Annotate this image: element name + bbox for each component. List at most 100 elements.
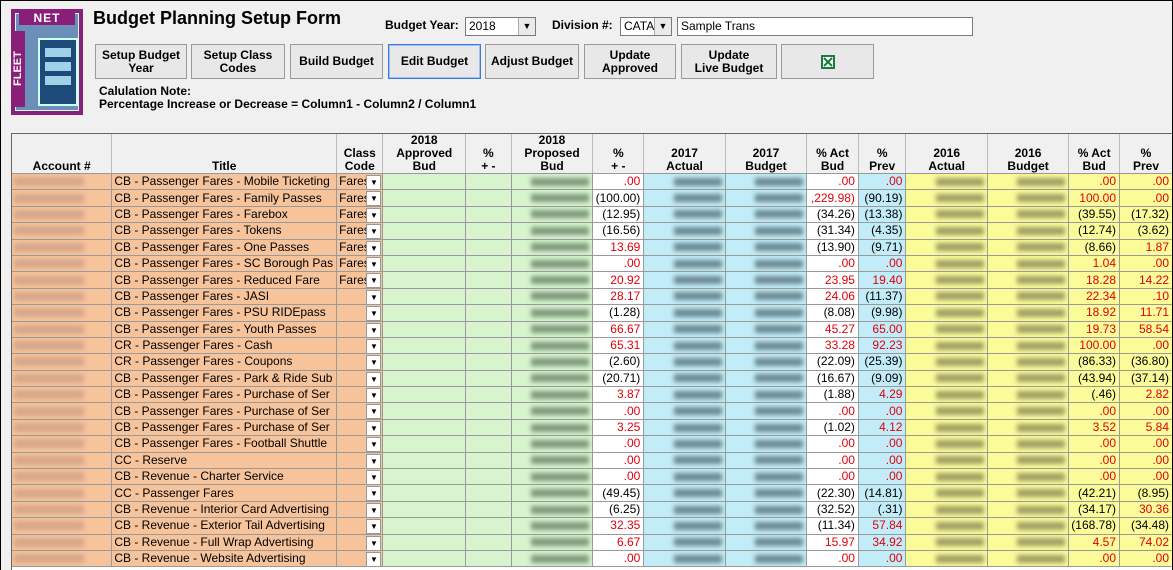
approved-bud-cell[interactable] bbox=[382, 484, 467, 502]
title-cell[interactable]: CB - Passenger Fares - Youth Passes bbox=[111, 321, 338, 338]
proposed-bud-cell[interactable] bbox=[511, 288, 594, 306]
table-row[interactable]: CC - Passenger Fares ▼ (49.45) (22.30) (14.8… bbox=[12, 484, 1172, 502]
division-select[interactable]: CATA ▼ bbox=[620, 17, 672, 36]
title-cell[interactable]: CB - Passenger Fares - Purchase of Ser bbox=[111, 419, 338, 437]
title-cell[interactable]: CB - Passenger Fares - Family Passes bbox=[111, 189, 338, 207]
table-row[interactable]: CB - Revenue - Charter Service ▼ .00 .00 .00… bbox=[12, 468, 1172, 486]
table-row[interactable]: CB - Passenger Fares - Youth Passes ▼ 66.6… bbox=[12, 321, 1172, 338]
proposed-bud-cell[interactable] bbox=[511, 304, 594, 322]
class-code-select[interactable]: ▼ bbox=[336, 550, 384, 568]
proposed-bud-cell[interactable] bbox=[511, 402, 594, 420]
division-name-field[interactable]: Sample Trans bbox=[677, 17, 973, 36]
col-header-account[interactable]: Account # bbox=[12, 134, 113, 174]
budget-year-select[interactable]: 2018 ▼ bbox=[465, 17, 536, 36]
chevron-down-icon[interactable]: ▼ bbox=[366, 519, 382, 534]
chevron-down-icon[interactable]: ▼ bbox=[366, 502, 382, 517]
account-cell[interactable] bbox=[12, 550, 113, 568]
update-live-budget-button[interactable]: Update Live Budget bbox=[681, 44, 777, 79]
col-header-class-code[interactable]: Class Code bbox=[336, 134, 384, 174]
account-cell[interactable] bbox=[12, 337, 113, 355]
approved-bud-cell[interactable] bbox=[382, 501, 467, 519]
table-row[interactable]: CB - Passenger Fares - Purchase of Ser ▼.… bbox=[12, 402, 1172, 420]
approved-bud-cell[interactable] bbox=[382, 321, 467, 338]
proposed-bud-cell[interactable] bbox=[511, 353, 594, 371]
approved-bud-cell[interactable] bbox=[382, 550, 467, 568]
proposed-bud-cell[interactable] bbox=[511, 468, 594, 486]
class-code-select[interactable]: ▼ bbox=[336, 517, 384, 535]
class-code-select[interactable]: ▼ bbox=[336, 534, 384, 551]
approved-bud-cell[interactable] bbox=[382, 517, 467, 535]
title-cell[interactable]: CB - Passenger Fares - Mobile Ticketing bbox=[111, 173, 338, 191]
class-code-select[interactable]: ▼ bbox=[336, 321, 384, 338]
table-row[interactable]: CB - Passenger Fares - JASI ▼ 28.17 24.06 (1… bbox=[12, 288, 1172, 306]
proposed-bud-cell[interactable] bbox=[511, 255, 594, 273]
chevron-down-icon[interactable]: ▼ bbox=[366, 256, 382, 271]
account-cell[interactable] bbox=[12, 435, 113, 453]
approved-bud-cell[interactable] bbox=[382, 173, 467, 191]
table-row[interactable]: CC - Reserve ▼ .00 .00 .00 .00 .00 bbox=[12, 452, 1172, 470]
title-cell[interactable]: CB - Passenger Fares - Park & Ride Sub bbox=[111, 370, 338, 388]
class-code-select[interactable]: ▼ bbox=[336, 370, 384, 388]
approved-bud-cell[interactable] bbox=[382, 239, 467, 256]
account-cell[interactable] bbox=[12, 402, 113, 420]
title-cell[interactable]: CB - Revenue - Full Wrap Advertising bbox=[111, 534, 338, 551]
chevron-down-icon[interactable]: ▼ bbox=[366, 470, 382, 484]
edit-budget-button[interactable]: Edit Budget bbox=[388, 44, 481, 79]
chevron-down-icon[interactable]: ▼ bbox=[366, 191, 382, 206]
table-row[interactable]: CB - Revenue - Interior Card Advertising… bbox=[12, 501, 1172, 519]
class-code-select[interactable]: ▼ bbox=[336, 501, 384, 519]
title-cell[interactable]: CB - Revenue - Exterior Tail Advertising bbox=[111, 517, 338, 535]
account-cell[interactable] bbox=[12, 304, 113, 322]
proposed-bud-cell[interactable] bbox=[511, 239, 594, 256]
title-cell[interactable]: CB - Revenue - Website Advertising bbox=[111, 550, 338, 568]
chevron-down-icon[interactable]: ▼ bbox=[518, 18, 535, 35]
class-code-select[interactable]: Fares ▼ bbox=[336, 239, 384, 256]
class-code-select[interactable]: ▼ bbox=[336, 452, 384, 470]
chevron-down-icon[interactable]: ▼ bbox=[366, 240, 382, 255]
approved-bud-cell[interactable] bbox=[382, 452, 467, 470]
proposed-bud-cell[interactable] bbox=[511, 534, 594, 551]
col-header-actual-2016[interactable]: 2016 Actual bbox=[905, 134, 988, 174]
approved-bud-cell[interactable] bbox=[382, 189, 467, 207]
update-approved-button[interactable]: Update Approved bbox=[584, 44, 676, 79]
build-budget-button[interactable]: Build Budget bbox=[290, 44, 383, 79]
proposed-bud-cell[interactable] bbox=[511, 271, 594, 289]
chevron-down-icon[interactable]: ▼ bbox=[366, 289, 382, 304]
title-cell[interactable]: CB - Passenger Fares - Farebox bbox=[111, 206, 338, 224]
title-cell[interactable]: CB - Passenger Fares - Purchase of Ser bbox=[111, 386, 338, 404]
chevron-down-icon[interactable]: ▼ bbox=[366, 207, 382, 222]
approved-bud-cell[interactable] bbox=[382, 337, 467, 355]
approved-bud-cell[interactable] bbox=[382, 468, 467, 486]
account-cell[interactable] bbox=[12, 353, 113, 371]
approved-bud-cell[interactable] bbox=[382, 288, 467, 306]
table-row[interactable]: CB - Revenue - Full Wrap Advertising ▼ 6.6… bbox=[12, 534, 1172, 551]
export-excel-button[interactable] bbox=[781, 44, 874, 79]
account-cell[interactable] bbox=[12, 288, 113, 306]
proposed-bud-cell[interactable] bbox=[511, 370, 594, 388]
class-code-select[interactable]: Fares ▼ bbox=[336, 222, 384, 240]
chevron-down-icon[interactable]: ▼ bbox=[366, 224, 382, 239]
title-cell[interactable]: CB - Passenger Fares - Reduced Fare bbox=[111, 271, 338, 289]
class-code-select[interactable]: Fares ▼ bbox=[336, 206, 384, 224]
title-cell[interactable]: CR - Passenger Fares - Coupons bbox=[111, 353, 338, 371]
col-header-proposed-2018[interactable]: 2018 Proposed Bud bbox=[511, 134, 594, 174]
account-cell[interactable] bbox=[12, 501, 113, 519]
approved-bud-cell[interactable] bbox=[382, 206, 467, 224]
col-header-pct-1[interactable]: % + - bbox=[465, 134, 512, 174]
account-cell[interactable] bbox=[12, 255, 113, 273]
approved-bud-cell[interactable] bbox=[382, 402, 467, 420]
proposed-bud-cell[interactable] bbox=[511, 321, 594, 338]
account-cell[interactable] bbox=[12, 370, 113, 388]
account-cell[interactable] bbox=[12, 468, 113, 486]
table-row[interactable]: CB - Passenger Fares - Reduced Fare Fares… bbox=[12, 271, 1172, 289]
proposed-bud-cell[interactable] bbox=[511, 419, 594, 437]
class-code-select[interactable]: ▼ bbox=[336, 435, 384, 453]
setup-class-codes-button[interactable]: Setup Class Codes bbox=[191, 44, 285, 79]
table-row[interactable]: CB - Revenue - Exterior Tail Advertising… bbox=[12, 517, 1172, 535]
title-cell[interactable]: CC - Reserve bbox=[111, 452, 338, 470]
col-header-act-bud-2016[interactable]: % Act Bud bbox=[1068, 134, 1120, 174]
class-code-select[interactable]: ▼ bbox=[336, 484, 384, 502]
account-cell[interactable] bbox=[12, 173, 113, 191]
title-cell[interactable]: CB - Passenger Fares - Football Shuttle bbox=[111, 435, 338, 453]
approved-bud-cell[interactable] bbox=[382, 271, 467, 289]
